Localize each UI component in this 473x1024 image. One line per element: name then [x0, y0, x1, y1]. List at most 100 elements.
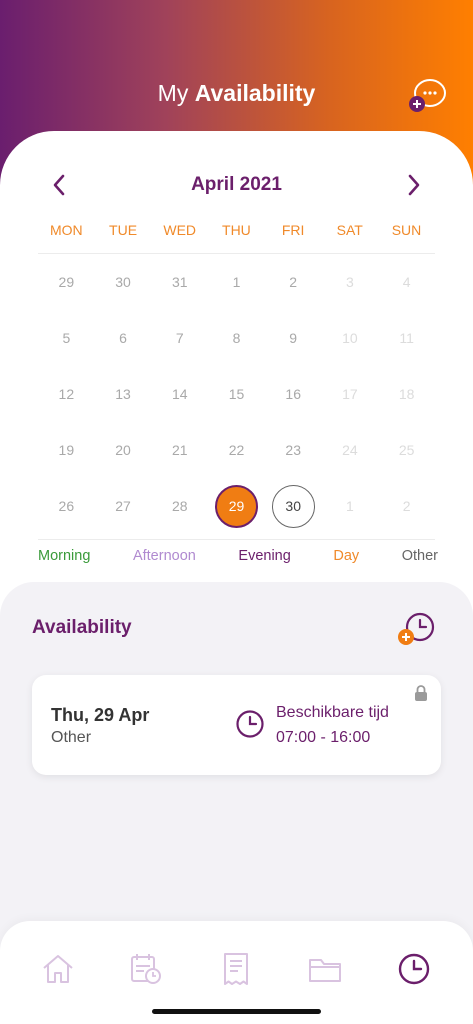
chevron-right-icon [408, 174, 420, 196]
calendar-day-today[interactable]: 30 [265, 478, 322, 534]
legend-evening: Evening [238, 548, 291, 564]
add-availability-button[interactable] [396, 611, 438, 647]
page-title-main: Availability [194, 80, 316, 106]
month-navigation: April 2021 [0, 170, 473, 200]
day-number: 30 [115, 274, 131, 290]
legend-afternoon: Afternoon [132, 548, 196, 564]
calendar-day[interactable]: 4 [378, 254, 435, 310]
day-number: 23 [285, 442, 301, 458]
day-number: 1 [346, 498, 354, 514]
calendar-day[interactable]: 20 [95, 422, 152, 478]
calendar-day[interactable]: 3 [322, 254, 379, 310]
weekday-header: MON TUE WED THU FRI SAT SUN [38, 222, 435, 242]
chat-add-button[interactable] [406, 77, 448, 113]
calendar-day[interactable]: 30 [95, 254, 152, 310]
day-number: 30 [271, 484, 315, 528]
calendar-day[interactable]: 8 [208, 310, 265, 366]
day-number: 20 [115, 442, 131, 458]
clock-icon [236, 710, 264, 738]
day-number: 15 [228, 386, 245, 402]
day-number: 24 [342, 442, 358, 458]
calendar-day[interactable]: 24 [322, 422, 379, 478]
calendar-day[interactable]: 2 [378, 478, 435, 534]
calendar-day[interactable]: 14 [151, 366, 208, 422]
weekday-label: THU [222, 222, 251, 238]
tab-schedule[interactable] [128, 951, 164, 987]
calendar-day[interactable]: 21 [151, 422, 208, 478]
calendar-day[interactable]: 6 [95, 310, 152, 366]
tab-payslips[interactable] [218, 951, 254, 987]
day-number: 5 [62, 330, 71, 346]
day-number: 21 [171, 442, 188, 458]
day-number: 19 [58, 442, 75, 458]
calendar-day-selected[interactable]: 29 [208, 478, 265, 534]
calendar-day[interactable]: 31 [151, 254, 208, 310]
weekday-label: TUE [109, 222, 138, 238]
calendar-day[interactable]: 22 [208, 422, 265, 478]
calendar-day[interactable]: 13 [95, 366, 152, 422]
calendar-day[interactable]: 2 [265, 254, 322, 310]
tab-documents[interactable] [307, 951, 343, 987]
calendar-day[interactable]: 18 [378, 366, 435, 422]
day-number: 13 [115, 386, 131, 402]
calendar-day[interactable]: 27 [95, 478, 152, 534]
entry-date: Thu, 29 Apr [51, 705, 150, 725]
calendar-day[interactable]: 16 [265, 366, 322, 422]
calendar-day[interactable]: 9 [265, 310, 322, 366]
calendar-day[interactable]: 23 [265, 422, 322, 478]
shift-legend: Morning Afternoon Evening Day Other [38, 548, 438, 568]
home-indicator [152, 1009, 321, 1014]
calendar-day[interactable]: 7 [151, 310, 208, 366]
weekday-label: SUN [391, 222, 422, 238]
calendar-day[interactable]: 28 [151, 478, 208, 534]
day-number: 31 [171, 274, 188, 290]
page-title: My Availability [0, 80, 473, 107]
calendar-divider [38, 539, 435, 540]
tab-home[interactable] [40, 951, 76, 987]
day-number: 14 [171, 386, 188, 402]
availability-entry-card[interactable]: Thu, 29 Apr Other Beschikbare tijd 07:00… [32, 675, 441, 775]
folder-icon [309, 959, 341, 982]
tab-availability[interactable] [396, 951, 432, 987]
legend-other: Other [401, 548, 438, 564]
availability-title: Availability [32, 617, 132, 638]
weekday-label: FRI [281, 222, 305, 238]
clock-add-icon [398, 612, 435, 645]
calendar-day[interactable]: 19 [38, 422, 95, 478]
calendar-day[interactable]: 29 [38, 254, 95, 310]
day-number: 22 [228, 442, 245, 458]
calendar-day[interactable]: 11 [378, 310, 435, 366]
day-number: 29 [58, 274, 75, 290]
calendar-day[interactable]: 5 [38, 310, 95, 366]
day-number: 28 [171, 498, 188, 514]
next-month-button[interactable] [399, 170, 429, 200]
day-number: 4 [402, 274, 411, 290]
receipt-icon [224, 953, 248, 985]
day-number: 2 [289, 274, 298, 290]
entry-time-range: 07:00 - 16:00 [276, 729, 371, 746]
page-title-prefix: My [157, 80, 189, 106]
day-number: 3 [346, 274, 354, 290]
day-number: 10 [342, 330, 358, 346]
day-number: 11 [399, 330, 414, 346]
day-number: 8 [232, 330, 241, 346]
lock-icon [415, 685, 427, 701]
calendar-day[interactable]: 12 [38, 366, 95, 422]
day-number: 27 [115, 498, 131, 514]
calendar-day[interactable]: 10 [322, 310, 379, 366]
calendar-day[interactable]: 15 [208, 366, 265, 422]
calendar-day[interactable]: 1 [208, 254, 265, 310]
calendar-day[interactable]: 25 [378, 422, 435, 478]
calendar-day[interactable]: 26 [38, 478, 95, 534]
entry-time-label: Beschikbare tijd [276, 704, 389, 721]
weekday-label: SAT [336, 222, 363, 238]
day-number: 7 [175, 330, 184, 346]
day-number: 6 [119, 330, 127, 346]
day-number: 17 [342, 386, 358, 402]
calendar-day[interactable]: 1 [322, 478, 379, 534]
chat-bubble-add-icon [409, 78, 447, 112]
day-number: 16 [285, 386, 301, 402]
calendar-clock-icon [131, 954, 161, 984]
clock-icon [398, 953, 430, 985]
calendar-day[interactable]: 17 [322, 366, 379, 422]
